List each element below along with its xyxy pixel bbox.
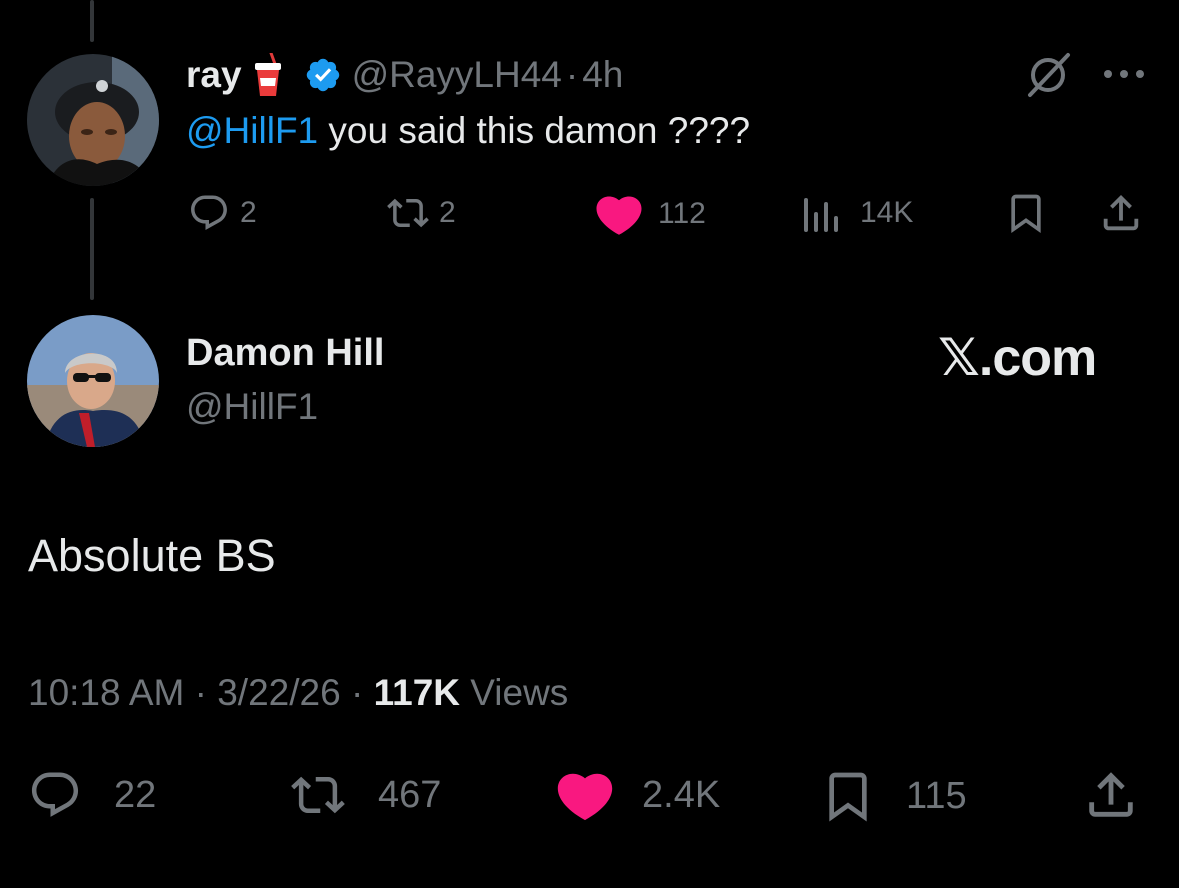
author-handle[interactable]: @RayyLH44: [352, 54, 562, 96]
main-author-name[interactable]: Damon Hill: [186, 332, 384, 375]
main-like-count: 2.4K: [642, 773, 721, 816]
reply-body: you said this damon ????: [318, 110, 751, 151]
views-button[interactable]: 14K: [802, 192, 913, 234]
reply-button[interactable]: 2: [188, 192, 257, 234]
reply-text: @HillF1 you said this damon ????: [186, 110, 750, 152]
like-button[interactable]: 112: [594, 192, 706, 236]
author-name[interactable]: ray: [186, 54, 242, 96]
heart-icon: [594, 192, 644, 236]
bookmark-icon: [820, 768, 876, 824]
drink-cup-emoji: [254, 53, 282, 97]
meta-sep-2: ·: [340, 672, 374, 713]
main-like-button[interactable]: 2.4K: [556, 768, 720, 822]
mention-link[interactable]: @HillF1: [186, 110, 318, 151]
meta-sep-1: ·: [184, 672, 218, 713]
repost-icon: [385, 192, 431, 234]
tweet-views-label: Views: [460, 672, 569, 713]
main-tweet-text: Absolute BS: [28, 530, 276, 581]
grok-icon[interactable]: [1024, 50, 1074, 100]
thread-line-bottom: [90, 198, 94, 300]
main-bookmark-count: 115: [906, 774, 967, 817]
repost-count: 2: [439, 196, 456, 229]
main-author-handle[interactable]: @HillF1: [186, 386, 318, 428]
main-bookmark-button[interactable]: 115: [820, 768, 967, 824]
main-share-icon[interactable]: [1082, 766, 1140, 824]
like-count: 112: [658, 197, 706, 230]
more-icon[interactable]: [1100, 64, 1148, 84]
xcom-watermark: 𝕏.com: [938, 329, 1097, 387]
main-reply-count: 22: [114, 773, 157, 816]
share-icon[interactable]: [1098, 190, 1144, 236]
reply-count: 2: [240, 196, 257, 229]
time-ago[interactable]: 4h: [582, 54, 623, 96]
heart-icon: [556, 768, 614, 822]
main-repost-button[interactable]: 467: [288, 768, 441, 822]
main-reply-button[interactable]: 22: [28, 768, 156, 822]
repost-icon: [288, 768, 348, 822]
tweet-meta: 10:18 AM · 3/22/26 · 117K Views: [28, 672, 568, 714]
repost-button[interactable]: 2: [385, 192, 456, 234]
avatar-ray[interactable]: [27, 54, 159, 186]
reply-header: ray @RayyLH44 · 4h: [186, 50, 623, 100]
tweet-views-count: 117K: [373, 672, 460, 713]
main-repost-count: 467: [378, 773, 442, 816]
bookmark-icon[interactable]: [1004, 191, 1048, 235]
tweet-time[interactable]: 10:18 AM: [28, 672, 184, 713]
views-icon: [802, 192, 844, 234]
avatar-damon-hill[interactable]: [27, 315, 159, 447]
thread-line-top: [90, 0, 94, 42]
views-count: 14K: [860, 196, 914, 229]
verified-badge-icon[interactable]: [304, 56, 342, 94]
tweet-date[interactable]: 3/22/26: [217, 672, 340, 713]
header-separator: ·: [565, 54, 579, 95]
reply-icon: [188, 192, 230, 234]
reply-icon: [28, 768, 82, 822]
